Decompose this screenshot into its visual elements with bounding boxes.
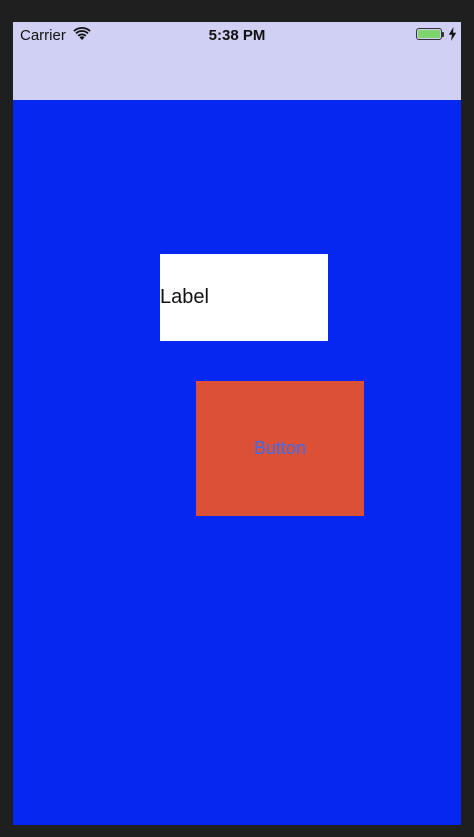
device-frame: Carrier 5:38 PM Label Button [0,0,474,837]
app-screen: Carrier 5:38 PM Label Button [13,22,461,825]
status-bar: Carrier 5:38 PM [13,22,461,48]
battery-cap [442,32,444,37]
status-time: 5:38 PM [208,27,266,44]
battery-level [418,30,440,38]
action-button[interactable]: Button [196,381,364,516]
battery-icon [416,28,442,40]
navigation-bar: Carrier 5:38 PM [13,22,461,100]
charging-bolt-icon [448,27,457,41]
text-label: Label [160,254,328,341]
